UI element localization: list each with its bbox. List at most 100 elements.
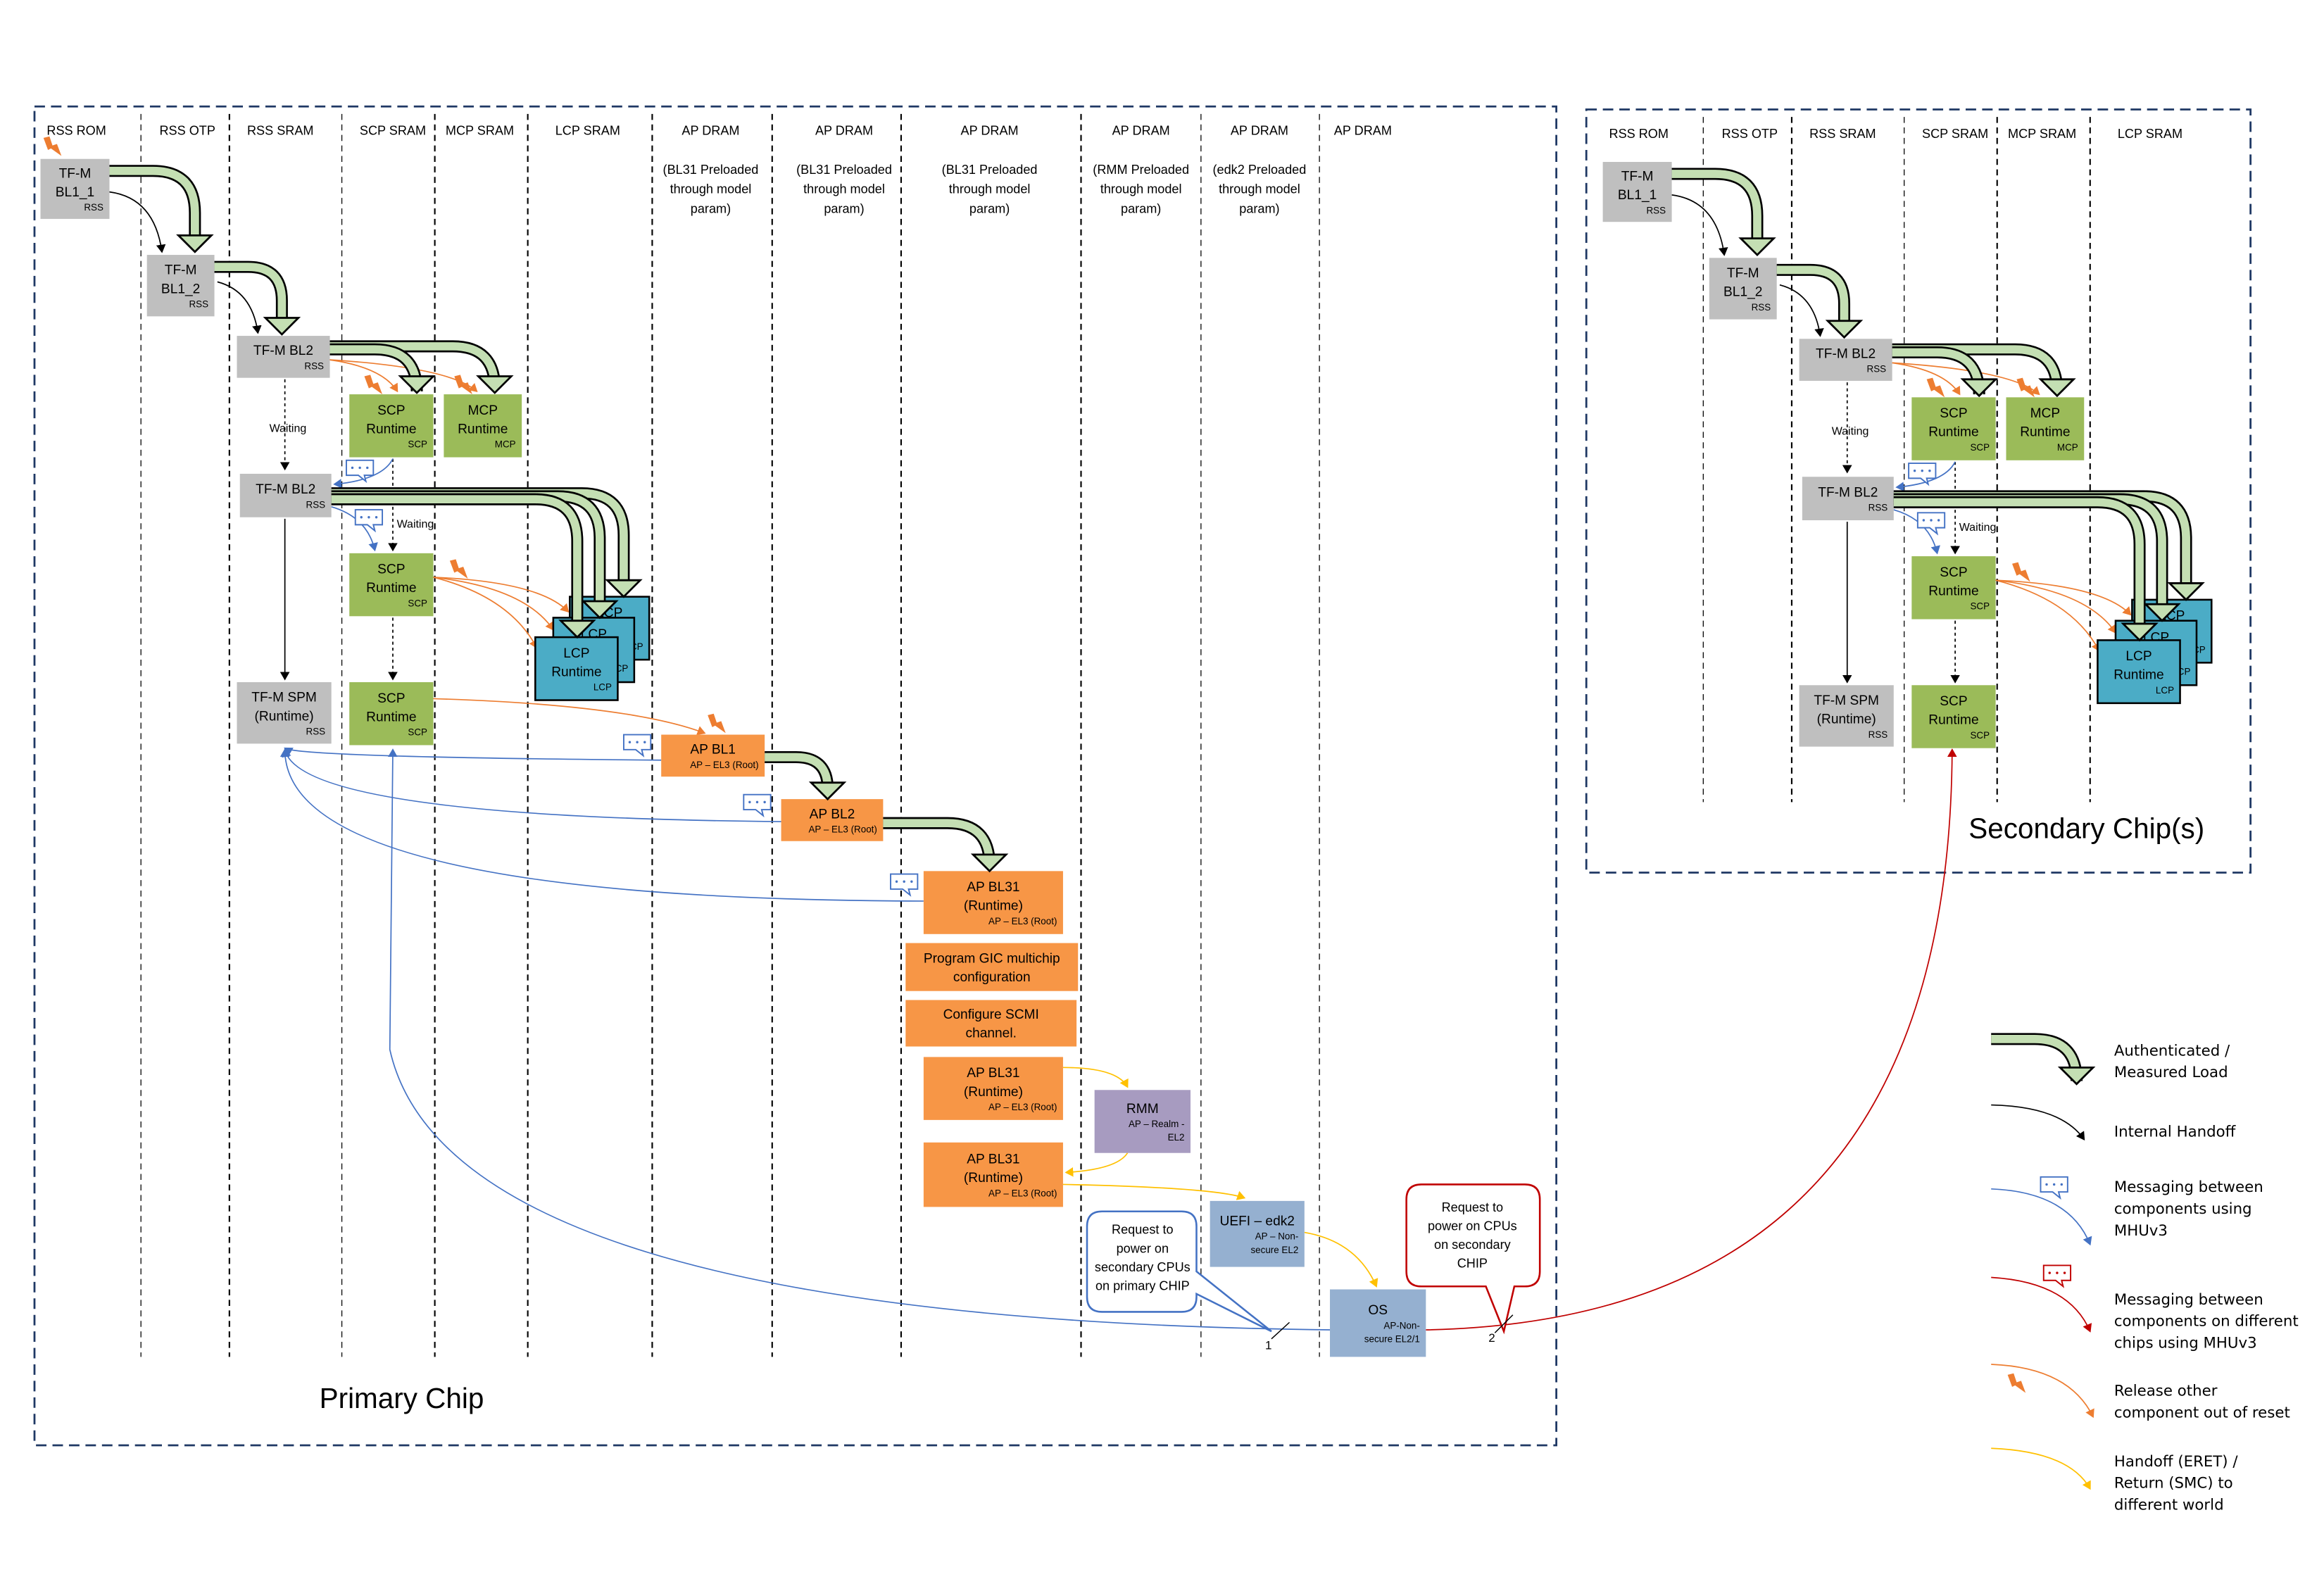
message-bubble-icon [354,509,384,533]
message-dot [358,466,361,470]
primary-box-label: BL1_1 [56,185,94,200]
mhu-message [284,747,662,761]
lane-note: param) [824,201,864,215]
load-arrow-head [1738,237,1776,257]
message-bubble-icon [1908,463,1937,486]
primary-box-label: UEFI – edk2 [1219,1214,1294,1228]
lightning-icon [43,136,62,156]
message-dot [1928,470,1931,472]
internal-handoff [109,191,166,253]
primary-box-sublabel: AP – EL3 (Root) [988,1188,1057,1198]
message-bubble-icon [890,873,919,897]
message-dot [763,800,766,804]
message-dot [910,880,913,883]
primary-box-sublabel: SCP [408,439,427,450]
secondary-box-sublabel: RSS [1752,302,1771,313]
lane-header: AP DRAM [1334,124,1392,138]
secondary-box-sublabel: SCP [1971,730,1990,741]
legend-label-mhu: MHUv3 [2114,1222,2168,1240]
boot-flow-diagram: RSS ROM RSS OTP RSS SRAM SCP SRAM MCP SRAM LC… [33,105,2299,1514]
message-bubble-icon [1916,512,1946,536]
secondary-box-label: BL1_1 [1618,188,1657,203]
primary-box-sublabel: EL2 [1168,1132,1185,1143]
message-dot [2048,1271,2051,1274]
lane-note: (RMM Preloaded [1093,163,1189,177]
secondary-waiting-label: Waiting [1832,426,1869,438]
internal-handoff [1671,194,1728,256]
primary-box-label: AP BL31 [967,1066,1019,1081]
legend-label-mhu-chip: Messaging between [2114,1291,2263,1309]
message-dot [628,741,632,743]
primary-box-sublabel: RSS [189,299,208,310]
message-dot [903,880,905,883]
message-dot [2060,1183,2064,1186]
callout-marker: 2 [1488,1331,1495,1345]
legend-label-load: Authenticated / [2114,1042,2230,1060]
primary-box-label: BL1_2 [161,282,200,296]
lightning-icon [2016,377,2035,398]
secondary-box-label: TF-M SPM [1814,693,1879,708]
primary-box-label: configuration [953,970,1031,985]
legend: Authenticated / Measured Load Internal Han… [2114,1042,2299,1514]
primary-box-label: AP BL31 [967,1152,1019,1167]
legend-label-mhu: Messaging between [2114,1178,2263,1196]
legend-label-mhu-chip: chips using MHUv3 [2114,1335,2257,1352]
primary-box-label: Runtime [458,422,508,436]
primary-waiting-label: Waiting [270,422,307,434]
message-bubble-icon [622,734,652,758]
primary-box-label: (Runtime) [964,899,1023,914]
internal-handoff [1779,284,1824,337]
callout-text: CHIP [1457,1257,1488,1271]
secondary-box-sublabel: RSS [1868,503,1888,513]
primary-box-label: OS [1368,1303,1388,1318]
load-arrow-head [2038,378,2076,398]
load-arrow [214,263,287,320]
lane-header: LCP SRAM [555,124,620,138]
primary-box-label: Runtime [551,665,601,679]
legend-label-load: Measured Load [2114,1064,2228,1081]
primary-box-label: SCP [377,562,405,577]
legend-load-arrow-icon-head [2057,1066,2096,1086]
internal-handoff [217,281,262,334]
primary-waiting-label: Waiting [397,519,434,531]
legend-label-handoff: Internal Handoff [2114,1123,2237,1140]
message-dot [1921,470,1923,472]
message-dot [636,741,639,743]
legend-label-eret: Handoff (ERET) / [2114,1453,2239,1471]
primary-box-label: MCP [467,403,498,418]
lane-header: MCP SRAM [2008,127,2076,141]
lane-note: through model [949,182,1031,196]
legend-label-eret: Return (SMC) to [2114,1475,2233,1492]
lane-note: (edk2 Preloaded [1213,163,1307,177]
secondary-box-label: TF-M [1727,266,1759,281]
message-dot [2063,1271,2066,1274]
lane-header: AP DRAM [1112,124,1170,138]
legend-load-arrow-icon [1991,1035,2081,1081]
load-arrow [1671,170,1761,240]
primary-box-label: TF-M BL2 [253,344,313,358]
legend-label-mhu: components using [2114,1200,2252,1218]
secondary-box-label: Runtime [1928,584,1978,598]
primary-box-sublabel: AP – EL3 (Root) [690,760,758,770]
legend-mhu-icon [1991,1188,2092,1246]
primary-box-sublabel: RSS [306,499,326,510]
primary-box-label: Runtime [366,710,416,724]
secondary-box-label: Runtime [2020,425,2070,440]
legend-handoff-icon [1991,1104,2085,1140]
legend-message-bubble-icon [2040,1176,2068,1200]
primary-box-sublabel: AP-Non- [1383,1320,1419,1331]
message-dot [1930,519,1933,522]
lane-header: RSS OTP [159,124,215,138]
lightning-icon [1926,377,1945,398]
eret-handoff [1304,1231,1378,1288]
secondary-box-sublabel: RSS [1868,729,1888,740]
reset-release [433,698,706,736]
secondary-box-label: MCP [2030,406,2061,421]
message-dot [1913,470,1916,472]
lane-header: RSS OTP [1722,127,1778,141]
load-arrow-head [398,375,436,394]
message-bubble-icon [743,793,772,818]
callout-text: on secondary [1434,1238,1512,1252]
primary-box-label: (Runtime) [255,709,314,724]
message-dot [2056,1271,2059,1274]
